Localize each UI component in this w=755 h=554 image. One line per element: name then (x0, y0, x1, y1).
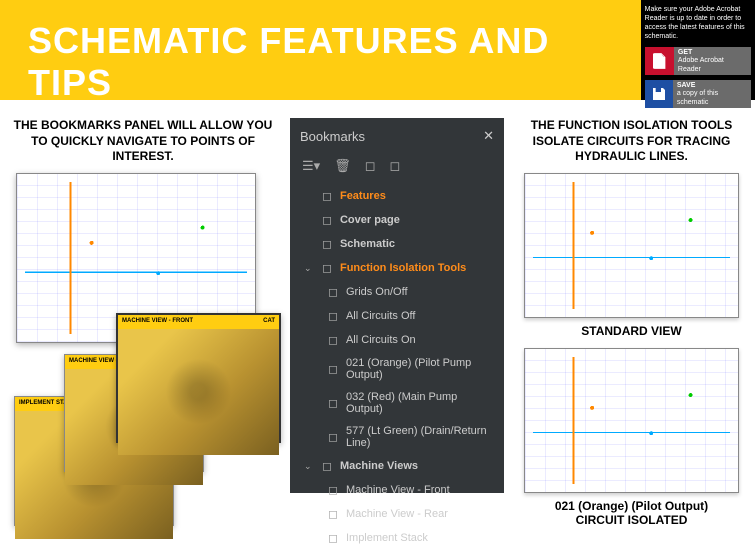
bookmark-label: All Circuits Off (346, 310, 415, 322)
bookmark-item[interactable]: ◻ Implement Stack (290, 526, 504, 550)
bookmarks-list: ◻Features◻Cover page◻Schematic⌄◻Function… (290, 180, 504, 554)
bookmark-icon: ◻ (328, 309, 338, 323)
bookmark-item[interactable]: ◻ 032 (Red) (Main Pump Output) (290, 386, 504, 420)
bookmark-item[interactable]: ⌄ ◻ Machine Views (290, 454, 504, 478)
save-icon (645, 80, 673, 108)
get-reader-button[interactable]: GET Adobe Acrobat Reader (645, 47, 751, 75)
thumb-machine-front: MACHINE VIEW - FRONTCAT (116, 313, 281, 443)
bookmark-label: Grids On/Off (346, 286, 408, 298)
bookmark-icon: ◻ (328, 285, 338, 299)
bookmark-ribbon-icon[interactable]: ◻ (390, 158, 401, 174)
bookmark-item[interactable]: ◻ Cover page (290, 208, 504, 232)
bookmark-label: 021 (Orange) (Pilot Pump Output) (346, 357, 496, 381)
bookmark-label: Cover page (340, 214, 400, 226)
close-icon[interactable]: ✕ (483, 128, 494, 144)
bookmark-label: 577 (Lt Green) (Drain/Return Line) (346, 425, 496, 449)
bookmark-item[interactable]: ◻ All Circuits Off (290, 304, 504, 328)
standard-view-label: STANDARD VIEW (581, 324, 681, 338)
column-isolation: THE FUNCTION ISOLATION TOOLS ISOLATE CIR… (508, 118, 755, 543)
list-icon[interactable]: ☰▾ (302, 158, 320, 174)
thumbnail-stack: IMPLEMENT STACKCAT MACHINE VIEW - REARCA… (8, 173, 278, 543)
bookmark-label: All Circuits On (346, 334, 416, 346)
bookmarks-header: Bookmarks ✕ (290, 118, 504, 154)
header-note: Make sure your Adobe Acrobat Reader is u… (645, 5, 751, 41)
column-bookmarks-panel: Bookmarks ✕ ☰▾ 🗑 ◻ ◻ ◻ Features ◻ Cover pag… (286, 118, 508, 543)
chevron-down-icon: ⌄ (304, 461, 314, 472)
bookmark-icon: ◻ (328, 333, 338, 347)
column-bookmarks-info: THE BOOKMARKS PANEL WILL ALLOW YOU TO QU… (0, 118, 286, 543)
bookmark-label: Machine View - Front (346, 484, 450, 496)
bookmark-icon: ◻ (328, 507, 338, 521)
get-label: GET (678, 49, 747, 57)
header: SCHEMATIC FEATURES AND TIPS Make sure yo… (0, 0, 755, 100)
bookmark-label: Schematic (340, 238, 395, 250)
bookmark-item[interactable]: ◻ 021 (Orange) (Pilot Pump Output) (290, 352, 504, 386)
bookmark-item[interactable]: ⌄ ◻ Function Isolation Tools (290, 256, 504, 280)
bookmark-icon: ◻ (322, 237, 332, 251)
bookmarks-panel: Bookmarks ✕ ☰▾ 🗑 ◻ ◻ ◻ Features ◻ Cover pag… (290, 118, 504, 493)
get-sublabel: Adobe Acrobat Reader (678, 57, 747, 74)
bookmarks-toolbar: ☰▾ 🗑 ◻ ◻ (290, 154, 504, 180)
bookmark-label: Machine Views (340, 460, 418, 472)
bookmark-icon: ◻ (328, 483, 338, 497)
bookmark-item[interactable]: ◻ 577 (Lt Green) (Drain/Return Line) (290, 420, 504, 454)
bookmark-item[interactable]: ◻ All Circuits On (290, 328, 504, 352)
save-sublabel: a copy of this schematic (677, 90, 747, 107)
header-right: Make sure your Adobe Acrobat Reader is u… (641, 0, 755, 100)
thumb-isolated-view (524, 348, 739, 493)
col3-caption: THE FUNCTION ISOLATION TOOLS ISOLATE CIR… (508, 118, 755, 165)
bookmarks-title: Bookmarks (300, 129, 365, 144)
bookmark-icon: ◻ (328, 430, 338, 444)
bookmark-icon: ◻ (322, 189, 332, 203)
bookmark-item[interactable]: ◻ Machine View - Front (290, 478, 504, 502)
save-label: SAVE (677, 82, 747, 90)
page-title: SCHEMATIC FEATURES AND TIPS (0, 0, 641, 104)
add-bookmark-icon[interactable]: ◻ (365, 158, 376, 174)
col1-caption: THE BOOKMARKS PANEL WILL ALLOW YOU TO QU… (0, 118, 286, 165)
pdf-icon (645, 47, 674, 75)
thumb-standard-view (524, 173, 739, 318)
bookmark-icon: ◻ (328, 396, 338, 410)
bookmark-item[interactable]: ◻ Grids On/Off (290, 280, 504, 304)
isolated-view-label: 021 (Orange) (Pilot Output) CIRCUIT ISOL… (555, 499, 708, 527)
bookmark-icon: ◻ (322, 459, 332, 473)
bookmark-icon: ◻ (328, 362, 338, 376)
content: THE BOOKMARKS PANEL WILL ALLOW YOU TO QU… (0, 100, 755, 543)
trash-icon[interactable]: 🗑 (334, 158, 351, 174)
chevron-down-icon: ⌄ (304, 263, 314, 274)
bookmark-label: Function Isolation Tools (340, 262, 466, 274)
save-button[interactable]: SAVE a copy of this schematic (645, 80, 751, 108)
bookmark-label: Machine View - Rear (346, 508, 448, 520)
bookmark-item[interactable]: ◻ Schematic (290, 232, 504, 256)
bookmark-item[interactable]: ◻ Machine View - Rear (290, 502, 504, 526)
bookmark-label: 032 (Red) (Main Pump Output) (346, 391, 496, 415)
bookmark-icon: ◻ (328, 531, 338, 545)
bookmark-item[interactable]: ◻ Features (290, 184, 504, 208)
bookmark-label: Implement Stack (346, 532, 428, 544)
bookmark-icon: ◻ (322, 261, 332, 275)
bookmark-icon: ◻ (322, 213, 332, 227)
bookmark-label: Features (340, 190, 386, 202)
